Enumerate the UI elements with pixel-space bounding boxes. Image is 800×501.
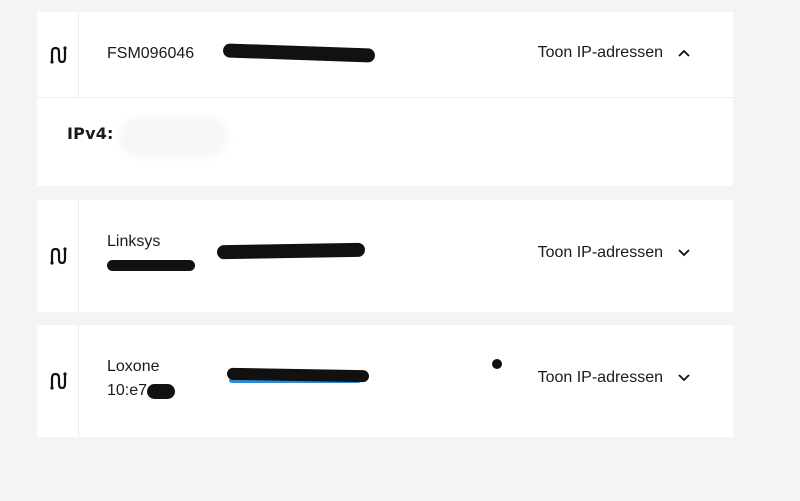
device-row[interactable]: Linksys Toon IP-adressen <box>37 200 733 312</box>
ipv4-label: IPv4: <box>67 124 114 143</box>
toggle-label: Toon IP-adressen <box>537 244 663 261</box>
device-name-line1: Loxone <box>107 358 160 375</box>
network-device-icon <box>49 247 67 265</box>
status-dot <box>492 359 502 369</box>
chevron-up-icon <box>678 49 690 57</box>
toggle-ip-addresses-button[interactable]: Toon IP-adressen <box>538 244 691 262</box>
device-name: FSM096046 <box>107 42 194 66</box>
device-row[interactable]: FSM096046 Toon IP-adressen <box>37 12 733 98</box>
toggle-label: Toon IP-adressen <box>537 44 663 61</box>
ip-address-redacted <box>119 117 229 157</box>
device-name-line1: Linksys <box>107 233 161 250</box>
toggle-ip-addresses-button[interactable]: Toon IP-adressen <box>538 44 691 62</box>
redaction-mark <box>147 384 175 399</box>
device-name: Loxone 10:e7 <box>107 355 175 403</box>
device-name-line2-redacted <box>107 254 195 278</box>
device-icon-cell <box>37 325 79 437</box>
device-icon-cell <box>37 12 79 97</box>
chevron-down-icon <box>678 374 690 382</box>
device-icon-cell <box>37 200 79 312</box>
network-device-icon <box>49 372 67 390</box>
device-name-line1: FSM096046 <box>107 45 195 62</box>
device-card: FSM096046 Toon IP-adressen IPv4: <box>37 12 733 186</box>
device-name: Linksys <box>107 230 195 278</box>
device-card: Linksys Toon IP-adressen <box>37 200 733 312</box>
device-name-line2: 10:e7 <box>107 379 175 403</box>
chevron-down-icon <box>678 249 690 257</box>
toggle-ip-addresses-button[interactable]: Toon IP-adressen <box>538 369 691 387</box>
device-card: Loxone 10:e7 Toon IP-adressen <box>37 325 733 437</box>
network-device-icon <box>49 45 67 64</box>
toggle-label: Toon IP-adressen <box>537 369 663 386</box>
device-row[interactable]: Loxone 10:e7 Toon IP-adressen <box>37 325 733 437</box>
